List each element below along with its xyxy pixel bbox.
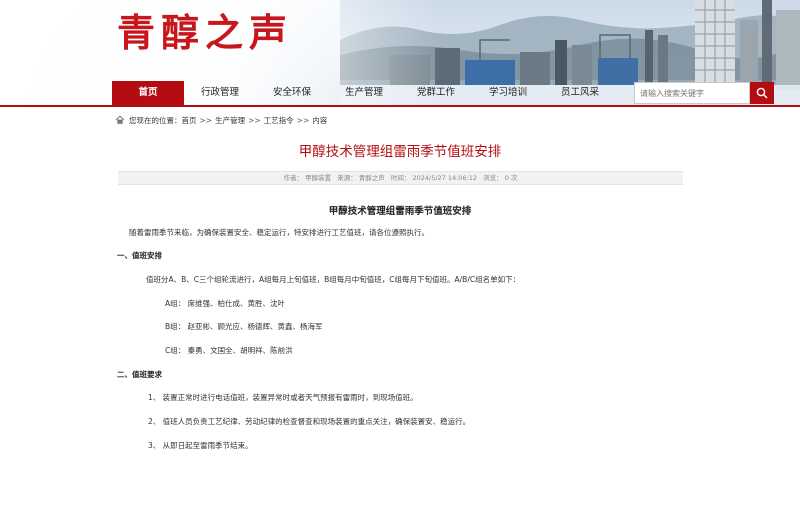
requirement-3: 3、 从即日起至雷雨季节结束。 [148,441,253,450]
group-a: A组： 席维强、柏仕成、黄胜、沈叶 [165,299,286,308]
article-title: 甲醇技术管理组雷雨季节值班安排 [298,144,502,160]
search-input[interactable] [634,82,750,104]
breadcrumb-prefix: 您现在的位置： [129,115,182,125]
nav-item-production[interactable]: 生产管理 [328,81,400,105]
nav-item-training[interactable]: 学习培训 [472,81,544,105]
breadcrumb-separator: >> [248,115,261,125]
requirement-2: 2、 值班人员负责工艺纪律、劳动纪律的检查督查和现场装置的重点关注，确保装置安、… [148,417,471,426]
meta-views: 浏览： 0 次 [483,174,518,182]
breadcrumb-separator: >> [296,115,310,125]
article-meta-bar: 作者： 甲醇装置 来源： 青醇之声 时间： 2024/5/27 14:06:12… [118,171,683,185]
breadcrumb-current: 内容 [312,115,328,125]
group-b: B组： 赵亚彬、顾光应、杨德辉、黄鑫、杨海军 [165,322,323,331]
search-button[interactable] [750,82,774,104]
breadcrumb: 您现在的位置： 首页 >> 生产管理 >> 工艺指令 >> 内容 [115,114,327,126]
meta-source: 来源： 青醇之声 [337,174,385,182]
meta-author: 作者： 甲醇装置 [283,174,332,182]
nav-item-staff[interactable]: 员工风采 [544,81,616,105]
group-c: C组： 秦勇、文国全、胡明祥、陈前洪 [165,346,293,355]
nav-item-party[interactable]: 党群工作 [400,81,472,105]
header-divider [0,105,800,107]
content-title: 甲醇技术管理组雷雨季节值班安排 [328,206,472,217]
breadcrumb-home[interactable]: 首页 [182,115,197,126]
home-icon [115,115,125,124]
breadcrumb-separator: >> [199,115,213,125]
search-icon [756,87,768,99]
main-nav: 首页 行政管理 安全环保 生产管理 党群工作 学习培训 员工风采 [112,81,616,105]
site-title: 青醇之声 [117,10,294,55]
breadcrumb-process-instruction[interactable]: 工艺指令 [264,115,294,126]
nav-item-admin[interactable]: 行政管理 [184,81,256,105]
header-banner: 青醇之声 首页 行政管理 安全环保 生产管理 党群工作 学习培训 员工风采 [0,0,800,106]
requirement-1: 1、 装置正常时进行电话值班，装置异常时或者天气预报有雷雨时，到现场值班。 [148,393,418,402]
section-2-heading: 二、值班要求 [117,370,162,379]
section-1-heading: 一、值班安排 [117,251,162,260]
intro-paragraph: 随着雷雨季节来临，为确保装置安全、稳定运行，特安排进行工艺值班，请各位遵照执行。 [129,228,429,237]
breadcrumb-production[interactable]: 生产管理 [215,115,245,126]
meta-time: 时间： 2024/5/27 14:06:12 [390,174,478,182]
section-1-desc: 值班分A、B、C三个组轮流进行，A组每月上旬值班，B组每月中旬值班，C组每月下旬… [146,275,521,284]
nav-item-safety[interactable]: 安全环保 [256,81,328,105]
nav-item-home[interactable]: 首页 [112,81,184,105]
